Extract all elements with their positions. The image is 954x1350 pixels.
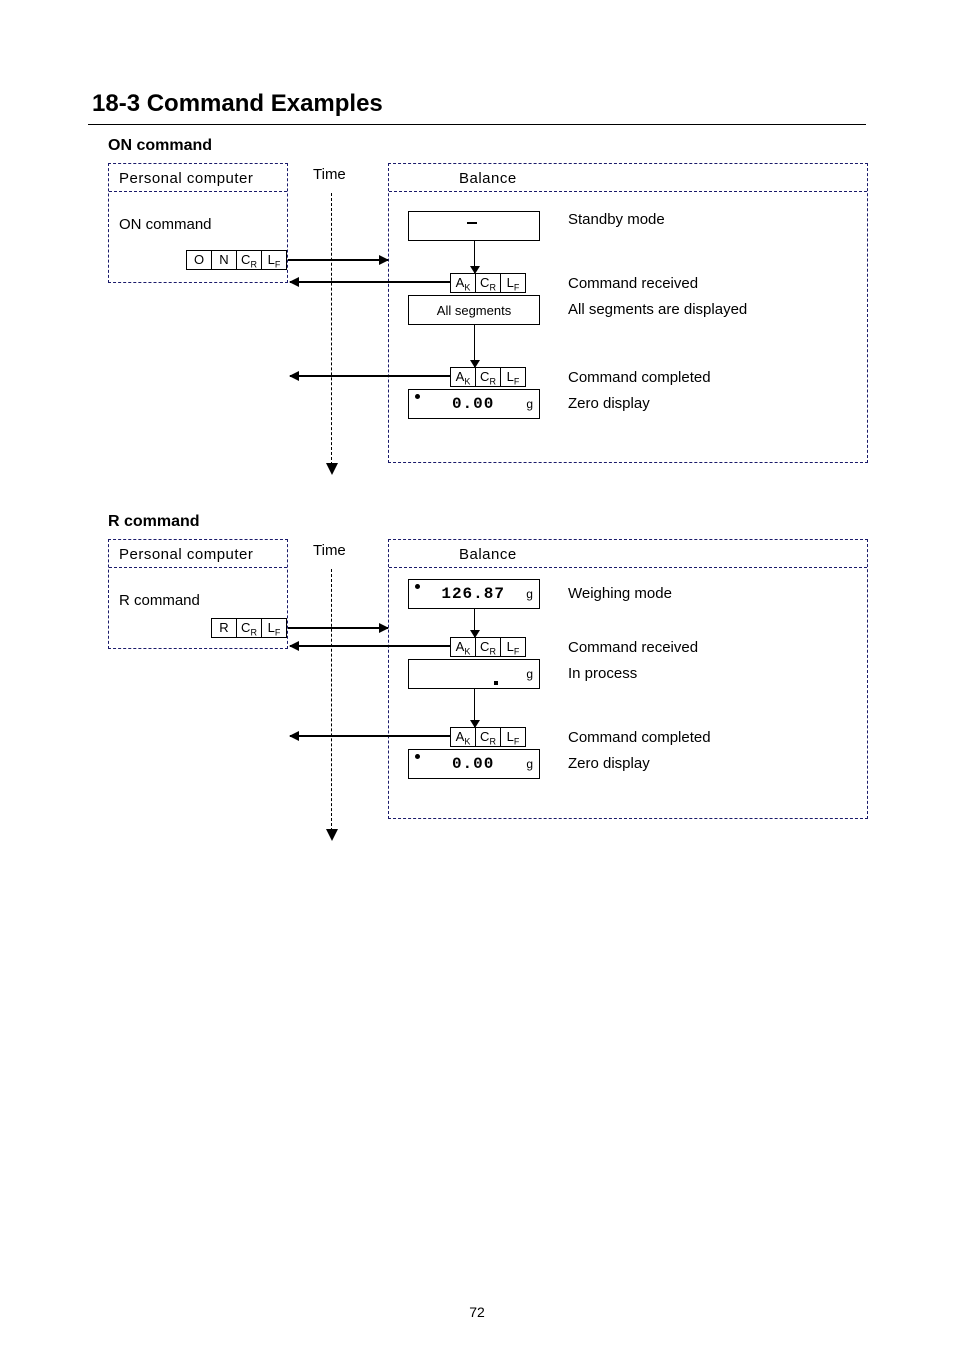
balance-box-header: Balance <box>389 540 867 568</box>
lcd-unit: g <box>526 397 533 411</box>
lcd-value: 126.87 <box>441 585 505 603</box>
vconn-icon <box>474 325 475 367</box>
time-label: Time <box>313 166 346 183</box>
byte-cell: AK <box>451 638 476 656</box>
byte-cell: CR <box>237 619 262 637</box>
ack-byte-sequence: AK CR LF <box>450 273 526 293</box>
lcd-value: 0.00 <box>452 395 494 413</box>
zero-lcd: 0.00 g <box>408 749 540 779</box>
byte-cell: CR <box>237 251 262 269</box>
ack-arrow-icon <box>290 281 430 283</box>
cmd-done-label: Command completed <box>568 369 711 386</box>
zero-label: Zero display <box>568 395 650 412</box>
zero-lcd: 0.00 g <box>408 389 540 419</box>
pc-box: Personal computer ON command O N CR LF <box>108 163 288 283</box>
pc-box-header: Personal computer <box>109 540 287 568</box>
stable-indicator-icon <box>415 754 420 759</box>
byte-cell: O <box>187 251 212 269</box>
byte-cell: CR <box>476 368 501 386</box>
lcd-value: 0.00 <box>452 755 494 773</box>
ack-tick-icon <box>430 645 450 647</box>
ack-tick-icon <box>430 735 450 737</box>
byte-cell: N <box>212 251 237 269</box>
ack-byte-sequence: AK CR LF <box>450 637 526 657</box>
section-title: 18-3 Command Examples <box>92 90 866 118</box>
vconn-icon <box>474 241 475 273</box>
on-byte-sequence: O N CR LF <box>186 250 287 270</box>
standby-lcd <box>408 211 540 241</box>
document-page: 18-3 Command Examples ON command Persona… <box>0 0 954 1350</box>
ack-tick-icon <box>430 281 450 283</box>
send-arrow-icon <box>288 627 388 629</box>
stable-indicator-icon <box>415 584 420 589</box>
pc-box-header: Personal computer <box>109 164 287 192</box>
time-axis <box>331 569 332 831</box>
byte-cell: LF <box>501 274 525 292</box>
standby-label: Standby mode <box>568 211 665 228</box>
byte-cell: LF <box>262 619 286 637</box>
pc-box: Personal computer R command R CR LF <box>108 539 288 649</box>
vconn-icon <box>474 689 475 727</box>
pc-box-body: R command R CR LF <box>109 568 287 619</box>
weigh-lcd: 126.87 g <box>408 579 540 609</box>
byte-cell: LF <box>501 728 525 746</box>
inprocess-lcd: g <box>408 659 540 689</box>
cmd-received-label: Command received <box>568 639 698 656</box>
time-axis <box>331 193 332 465</box>
ack-byte-sequence: AK CR LF <box>450 727 526 747</box>
byte-cell: R <box>212 619 237 637</box>
byte-cell: LF <box>501 638 525 656</box>
byte-cell: AK <box>451 368 476 386</box>
allseg-label: All segments are displayed <box>568 301 747 318</box>
time-arrowhead-icon <box>326 829 338 841</box>
byte-cell: LF <box>501 368 525 386</box>
ack-tick-icon <box>430 375 450 377</box>
ack-arrow-icon <box>290 375 430 377</box>
ack-byte-sequence: AK CR LF <box>450 367 526 387</box>
section-rule <box>88 124 866 125</box>
byte-cell: LF <box>262 251 286 269</box>
pc-box-body: ON command O N CR LF <box>109 192 287 243</box>
balance-box-header: Balance <box>389 164 867 192</box>
time-label: Time <box>313 542 346 559</box>
byte-cell: CR <box>476 728 501 746</box>
byte-cell: CR <box>476 638 501 656</box>
on-diagram: Personal computer ON command O N CR LF T… <box>108 163 868 473</box>
page-number: 72 <box>0 1304 954 1320</box>
time-arrowhead-icon <box>326 463 338 475</box>
weighing-label: Weighing mode <box>568 585 672 602</box>
allseg-lcd: All segments <box>408 295 540 325</box>
lcd-unit: g <box>526 757 533 771</box>
r-command-label: R command <box>119 592 277 609</box>
byte-cell: AK <box>451 728 476 746</box>
ack-arrow-icon <box>290 645 430 647</box>
allseg-text: All segments <box>437 303 511 318</box>
cmd-received-label: Command received <box>568 275 698 292</box>
r-diagram: Personal computer R command R CR LF Time… <box>108 539 868 839</box>
on-subheading: ON command <box>108 137 866 155</box>
decimal-dot-icon <box>494 681 498 685</box>
inprocess-label: In process <box>568 665 637 682</box>
byte-cell: CR <box>476 274 501 292</box>
on-command-label: ON command <box>119 216 277 233</box>
vconn-icon <box>474 609 475 637</box>
cmd-done-label: Command completed <box>568 729 711 746</box>
zero-label: Zero display <box>568 755 650 772</box>
lcd-unit: g <box>526 667 533 681</box>
stable-indicator-icon <box>415 394 420 399</box>
lcd-unit: g <box>526 587 533 601</box>
r-subheading: R command <box>108 513 866 531</box>
send-arrow-icon <box>288 259 388 261</box>
r-byte-sequence: R CR LF <box>211 618 287 638</box>
ack-arrow-icon <box>290 735 430 737</box>
byte-cell: AK <box>451 274 476 292</box>
